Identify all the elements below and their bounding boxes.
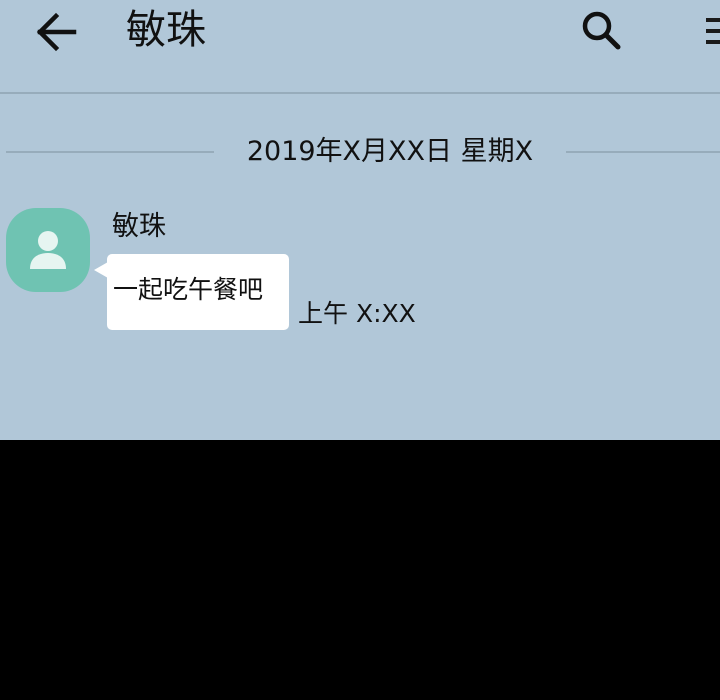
message-timestamp: 上午 X:XX [298, 299, 416, 328]
menu-button[interactable] [700, 14, 720, 50]
message-bubble[interactable]: 一起吃午餐吧 [94, 254, 289, 330]
date-divider-left [6, 151, 214, 153]
avatar[interactable] [6, 208, 90, 292]
sender-name: 敏珠 [112, 211, 166, 242]
arrow-left-icon [36, 12, 77, 52]
bubble-tail [94, 262, 108, 278]
chat-header: 敏珠 [0, 0, 720, 94]
search-icon [582, 11, 621, 50]
chat-screen: 敏珠 2019年X月XX日 星期X 敏珠 一起吃午餐吧 上午 X:XX [0, 0, 720, 440]
date-label: 2019年X月XX日 星期X [246, 136, 534, 167]
person-icon [30, 231, 66, 269]
search-button[interactable] [574, 6, 628, 54]
message-text: 一起吃午餐吧 [113, 275, 264, 304]
blank-area [0, 440, 720, 700]
date-separator: 2019年X月XX日 星期X [0, 132, 720, 172]
chat-title: 敏珠 [126, 7, 206, 53]
date-divider-right [566, 151, 720, 153]
back-button[interactable] [30, 10, 84, 54]
